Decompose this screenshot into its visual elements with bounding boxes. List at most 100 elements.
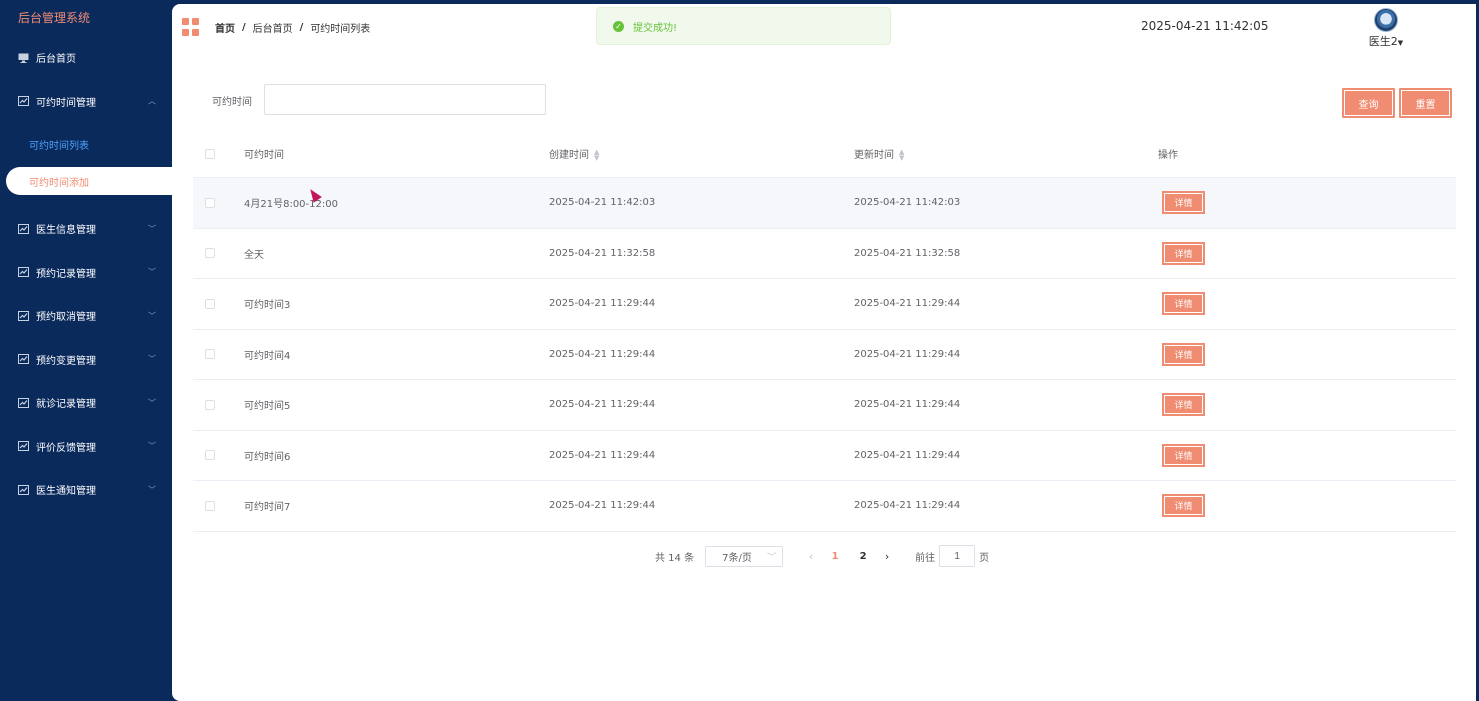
sidebar-item-cancellations[interactable]: 预约取消管理 ﹀: [0, 294, 172, 338]
table-row[interactable]: 全天 2025-04-21 11:32:58 2025-04-21 11:32:…: [193, 229, 1456, 279]
row-checkbox[interactable]: [205, 500, 215, 511]
column-header-created[interactable]: 创建时间 ▲ ▼: [549, 146, 854, 162]
sidebar-item-home[interactable]: 后台首页: [0, 36, 172, 80]
page-size-select[interactable]: 7条/页 ﹀: [705, 545, 784, 567]
detail-button[interactable]: 详情: [1162, 292, 1205, 316]
breadcrumb-home[interactable]: 首页: [215, 20, 235, 35]
table-row[interactable]: 4月21号8:00-12:00 2025-04-21 11:42:03 2025…: [193, 178, 1456, 229]
row-checkbox[interactable]: [205, 197, 215, 208]
sort-icon[interactable]: ▲ ▼: [899, 149, 904, 162]
column-header-updated[interactable]: 更新时间 ▲ ▼: [854, 146, 1158, 162]
page-size-value: 7条/页: [722, 552, 752, 564]
breadcrumb-current: 可约时间列表: [310, 24, 371, 35]
sidebar-item-doctor-info[interactable]: 医生信息管理 ﹀: [0, 207, 172, 251]
page-number[interactable]: 2: [849, 551, 877, 562]
chevron-down-icon: ﹀: [148, 311, 156, 321]
chart-icon: [18, 310, 29, 321]
table-row[interactable]: 可约时间3 2025-04-21 11:29:44 2025-04-21 11:…: [193, 279, 1456, 330]
cell-created: 2025-04-21 11:29:44: [549, 348, 656, 360]
check-circle-icon: ✓: [613, 20, 624, 32]
detail-button[interactable]: 详情: [1162, 443, 1205, 467]
sidebar-item-appointments[interactable]: 预约记录管理 ﹀: [0, 251, 172, 295]
search-label: 可约时间: [212, 97, 252, 108]
row-checkbox[interactable]: [205, 298, 215, 309]
cell-created: 2025-04-21 11:29:44: [549, 500, 656, 512]
goto-label: 前往: [915, 552, 936, 564]
chevron-down-icon: ﹀: [148, 267, 156, 277]
data-table: 可约时间 创建时间 ▲ ▼ 更新时间 ▲ ▼ 操作 4月21号8:00-12:00 20…: [193, 130, 1456, 532]
detail-button[interactable]: 详情: [1162, 191, 1205, 215]
chevron-down-icon: ﹀: [148, 485, 156, 495]
cell-updated: 2025-04-21 11:29:44: [854, 399, 961, 411]
column-header-actions: 操作: [1158, 150, 1178, 161]
cell-updated: 2025-04-21 11:29:44: [854, 348, 961, 360]
main-panel: 首页 / 后台首页 / 可约时间列表 ✓ 提交成功! 2025-04-21 11…: [172, 4, 1476, 701]
detail-button[interactable]: 详情: [1162, 494, 1205, 518]
cell-updated: 2025-04-21 11:29:44: [854, 449, 961, 461]
goto-page: 前往 页: [915, 545, 989, 567]
monitor-icon: [18, 53, 29, 63]
goto-page-input[interactable]: [939, 545, 976, 567]
cell-updated: 2025-04-21 11:29:44: [854, 298, 961, 310]
page-number[interactable]: 1: [821, 551, 849, 562]
table-row[interactable]: 可约时间4 2025-04-21 11:29:44 2025-04-21 11:…: [193, 330, 1456, 380]
sidebar-item-label: 就诊记录管理: [36, 399, 96, 411]
page-suffix: 页: [979, 552, 990, 564]
row-checkbox[interactable]: [205, 349, 215, 360]
breadcrumb-dashboard[interactable]: 后台首页: [253, 20, 293, 35]
sidebar-item-notifications[interactable]: 医生通知管理 ﹀: [0, 468, 172, 512]
sidebar-item-feedback[interactable]: 评价反馈管理 ﹀: [0, 425, 172, 469]
table-row[interactable]: 可约时间7 2025-04-21 11:29:44 2025-04-21 11:…: [193, 481, 1456, 532]
success-toast: ✓ 提交成功!: [596, 7, 891, 45]
app-title: 后台管理系统: [18, 11, 91, 25]
prev-page-button[interactable]: ‹: [801, 550, 821, 563]
avatar[interactable]: [1374, 8, 1398, 32]
cell-created: 2025-04-21 11:42:03: [549, 197, 656, 209]
cell-updated: 2025-04-21 11:32:58: [854, 247, 961, 259]
query-button[interactable]: 查询: [1342, 88, 1395, 118]
sidebar-subitem-schedule-list[interactable]: 可约时间列表: [0, 123, 172, 165]
column-header-label: 更新时间: [854, 150, 894, 161]
topbar: 首页 / 后台首页 / 可约时间列表 ✓ 提交成功! 2025-04-21 11…: [172, 4, 1476, 52]
cell-updated: 2025-04-21 11:29:44: [854, 500, 961, 512]
breadcrumb-separator: /: [242, 22, 246, 33]
user-menu[interactable]: 医生2▼: [1364, 8, 1408, 49]
sidebar-item-changes[interactable]: 预约变更管理 ﹀: [0, 338, 172, 382]
menu-grid-icon[interactable]: [182, 18, 200, 36]
table-row[interactable]: 可约时间6 2025-04-21 11:29:44 2025-04-21 11:…: [193, 431, 1456, 481]
sidebar-item-label: 后台首页: [36, 54, 76, 66]
sidebar-item-label: 评价反馈管理: [36, 442, 96, 454]
sidebar-subitem-schedule-add[interactable]: 可约时间添加: [6, 167, 172, 195]
sidebar-item-schedule[interactable]: 可约时间管理 ︿: [0, 80, 172, 124]
row-checkbox[interactable]: [205, 248, 215, 259]
row-checkbox[interactable]: [205, 450, 215, 461]
current-datetime: 2025-04-21 11:42:05: [1141, 19, 1269, 33]
chart-icon: [18, 354, 29, 365]
detail-button[interactable]: 详情: [1162, 393, 1205, 417]
cell-created: 2025-04-21 11:32:58: [549, 247, 656, 259]
cell-time: 可约时间7: [244, 502, 291, 514]
row-checkbox[interactable]: [205, 399, 215, 410]
sidebar-item-label: 医生通知管理: [36, 486, 96, 498]
sidebar-item-label: 可约时间管理: [36, 97, 96, 109]
sidebar-item-label: 医生信息管理: [36, 225, 96, 237]
sort-icon[interactable]: ▲ ▼: [594, 149, 599, 162]
sidebar-item-visits[interactable]: 就诊记录管理 ﹀: [0, 381, 172, 425]
next-page-button[interactable]: ›: [877, 550, 897, 563]
breadcrumb-separator: /: [299, 22, 304, 33]
user-name[interactable]: 医生2: [1369, 35, 1398, 48]
chart-icon: [18, 267, 29, 278]
chart-icon: [18, 223, 29, 234]
caret-down-icon: ▼: [1397, 39, 1404, 47]
reset-button[interactable]: 重置: [1399, 88, 1452, 118]
detail-button[interactable]: 详情: [1162, 241, 1205, 265]
detail-button[interactable]: 详情: [1162, 342, 1205, 366]
chart-icon: [18, 441, 29, 452]
chevron-down-icon: ﹀: [148, 441, 156, 451]
cell-time: 可约时间4: [244, 350, 291, 362]
chevron-down-icon: ﹀: [148, 224, 156, 234]
chart-icon: [18, 484, 29, 495]
select-all-checkbox[interactable]: [205, 148, 215, 159]
table-row[interactable]: 可约时间5 2025-04-21 11:29:44 2025-04-21 11:…: [193, 380, 1456, 431]
search-input[interactable]: [264, 84, 546, 115]
